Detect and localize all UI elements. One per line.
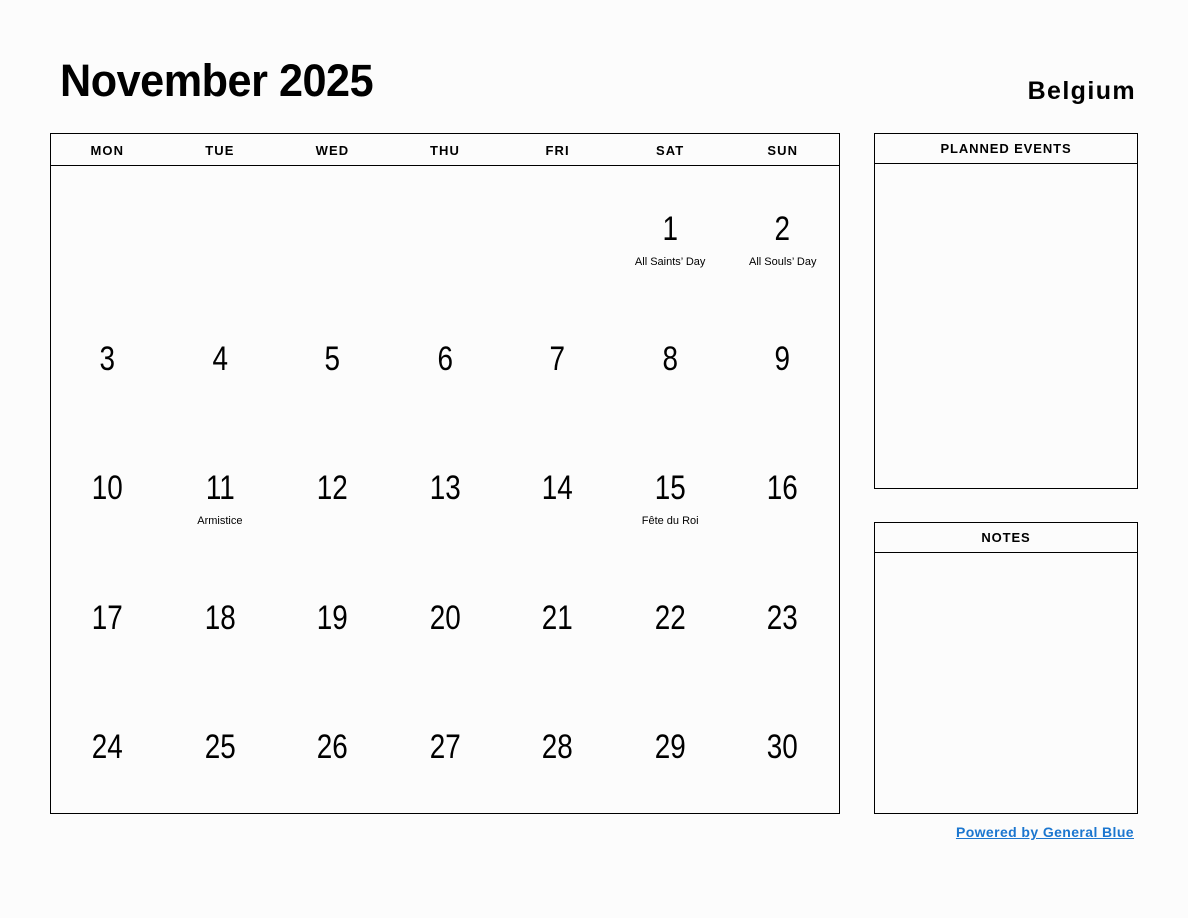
- holiday-label: Fête du Roi: [641, 515, 699, 528]
- day-cell-21[interactable]: 21: [501, 555, 614, 685]
- calendar-week-row: 17 18 19 20 21 22 23: [51, 555, 839, 685]
- day-cell-2[interactable]: 2 All Souls’ Day: [726, 166, 839, 296]
- day-number: 4: [212, 339, 228, 378]
- day-cell-8[interactable]: 8: [614, 296, 727, 426]
- day-cell-18[interactable]: 18: [164, 555, 277, 685]
- day-cell-30[interactable]: 30: [726, 684, 839, 814]
- day-number: 3: [99, 339, 116, 378]
- day-number: 13: [429, 469, 461, 508]
- day-cell-9[interactable]: 9: [726, 296, 839, 426]
- weekday-header-thu: THU: [430, 142, 461, 158]
- calendar-week-row: 3 4 5 6 7 8 9: [51, 296, 839, 426]
- calendar-week-row: 10 11 Armistice 12 13 14 15 Fête du Roi 16: [51, 425, 839, 555]
- weekday-header-tue: TUE: [205, 142, 235, 158]
- day-cell-22[interactable]: 22: [614, 555, 727, 685]
- day-cell-26[interactable]: 26: [276, 684, 389, 814]
- day-number: 14: [542, 469, 574, 508]
- planned-events-input[interactable]: [875, 164, 1137, 488]
- day-number: 26: [316, 728, 348, 767]
- day-cell-empty: [164, 166, 277, 296]
- day-cell-5[interactable]: 5: [276, 296, 389, 426]
- day-cell-6[interactable]: 6: [389, 296, 502, 426]
- day-cell-empty: [51, 166, 164, 296]
- weekday-header-wed: WED: [315, 142, 350, 158]
- day-cell-empty: [389, 166, 502, 296]
- powered-by-link[interactable]: Powered by General Blue: [956, 824, 1134, 840]
- day-cell-13[interactable]: 13: [389, 425, 502, 555]
- country-label: Belgium: [1027, 77, 1136, 105]
- calendar-grid: MON TUE WED THU FRI SAT SUN 1 All Saints’ Day 2 A…: [50, 133, 840, 814]
- day-cell-empty: [501, 166, 614, 296]
- day-cell-19[interactable]: 19: [276, 555, 389, 685]
- day-number: 15: [654, 469, 686, 508]
- holiday-label: Armistice: [197, 515, 243, 528]
- day-number: 20: [429, 598, 461, 637]
- day-cell-11[interactable]: 11 Armistice: [164, 425, 277, 555]
- day-number: 21: [542, 598, 574, 637]
- weekday-header-sun: SUN: [767, 142, 799, 158]
- day-number: 7: [549, 339, 566, 378]
- planned-events-panel: PLANNED EVENTS: [874, 133, 1138, 489]
- day-number: 30: [767, 728, 799, 767]
- day-number: 29: [654, 728, 686, 767]
- day-cell-12[interactable]: 12: [276, 425, 389, 555]
- calendar-week-row: 24 25 26 27 28 29 30: [51, 684, 839, 814]
- day-number: 5: [324, 339, 341, 378]
- day-number: 8: [662, 339, 678, 378]
- sidebar: PLANNED EVENTS NOTES Powered by General …: [874, 133, 1138, 842]
- day-number: 10: [91, 469, 123, 508]
- day-cell-1[interactable]: 1 All Saints’ Day: [614, 166, 727, 296]
- day-cell-17[interactable]: 17: [51, 555, 164, 685]
- page-title: November 2025: [60, 55, 374, 106]
- day-cell-24[interactable]: 24: [51, 684, 164, 814]
- day-number: 19: [316, 598, 348, 637]
- holiday-label: All Saints’ Day: [634, 256, 706, 268]
- footer: Powered by General Blue: [874, 824, 1138, 842]
- day-number: 2: [774, 210, 791, 248]
- day-cell-empty: [276, 166, 389, 296]
- day-number: 23: [767, 598, 799, 637]
- day-cell-14[interactable]: 14: [501, 425, 614, 555]
- day-cell-7[interactable]: 7: [501, 296, 614, 426]
- day-number: 1: [662, 210, 678, 248]
- holiday-label: All Souls’ Day: [749, 256, 817, 268]
- day-number: 27: [429, 728, 461, 767]
- weekday-header-sat: SAT: [656, 142, 685, 158]
- calendar-week-row: 1 All Saints’ Day 2 All Souls’ Day: [51, 166, 839, 296]
- notes-input[interactable]: [875, 553, 1137, 813]
- weekday-header-row: MON TUE WED THU FRI SAT SUN: [51, 134, 839, 166]
- weekday-header-mon: MON: [90, 142, 125, 158]
- day-number: 18: [204, 598, 236, 637]
- day-number: 22: [654, 598, 686, 637]
- day-number: 16: [767, 469, 799, 508]
- calendar-weeks: 1 All Saints’ Day 2 All Souls’ Day 3 4 5 6 7 8 9 10…: [51, 166, 839, 814]
- weekday-header-fri: FRI: [545, 142, 570, 158]
- day-cell-29[interactable]: 29: [614, 684, 727, 814]
- day-number: 25: [204, 728, 236, 767]
- day-cell-25[interactable]: 25: [164, 684, 277, 814]
- planned-events-title: PLANNED EVENTS: [875, 134, 1137, 164]
- day-cell-4[interactable]: 4: [164, 296, 277, 426]
- day-number: 12: [316, 469, 348, 508]
- day-cell-3[interactable]: 3: [51, 296, 164, 426]
- day-number: 24: [91, 728, 123, 767]
- day-number: 11: [205, 469, 235, 508]
- day-number: 9: [774, 339, 791, 378]
- day-cell-27[interactable]: 27: [389, 684, 502, 814]
- day-cell-10[interactable]: 10: [51, 425, 164, 555]
- day-number: 28: [542, 728, 574, 767]
- day-cell-28[interactable]: 28: [501, 684, 614, 814]
- page-header: November 2025 Belgium: [0, 0, 1188, 133]
- day-number: 6: [437, 339, 453, 378]
- day-cell-23[interactable]: 23: [726, 555, 839, 685]
- day-cell-15[interactable]: 15 Fête du Roi: [614, 425, 727, 555]
- day-number: 17: [91, 598, 123, 637]
- notes-title: NOTES: [875, 523, 1137, 553]
- day-cell-16[interactable]: 16: [726, 425, 839, 555]
- notes-panel: NOTES: [874, 522, 1138, 814]
- day-cell-20[interactable]: 20: [389, 555, 502, 685]
